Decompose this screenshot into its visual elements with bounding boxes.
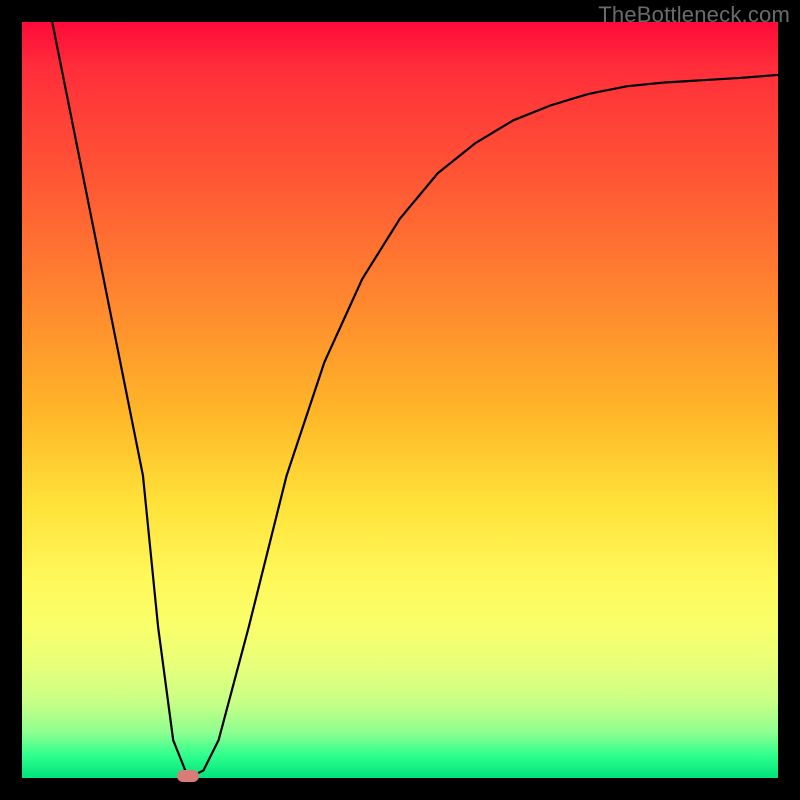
optimal-point-marker [177, 770, 199, 782]
bottleneck-curve [22, 22, 778, 778]
chart-frame: TheBottleneck.com [0, 0, 800, 800]
watermark-text: TheBottleneck.com [598, 2, 790, 28]
